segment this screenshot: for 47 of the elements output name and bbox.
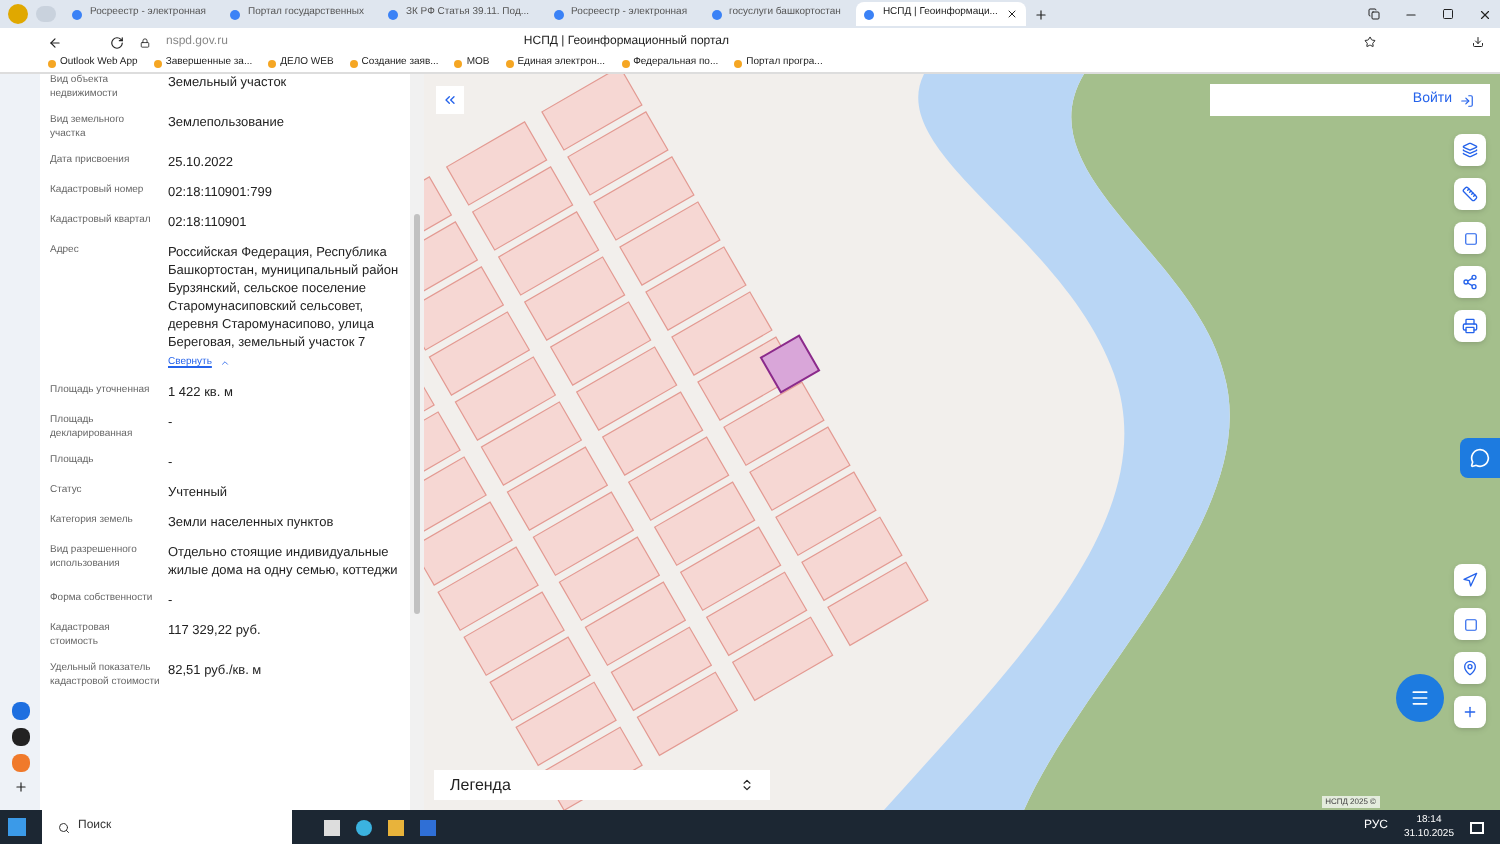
scrollbar[interactable] xyxy=(410,74,424,810)
site-icon xyxy=(553,9,564,19)
share-icon xyxy=(1462,274,1478,290)
close-icon[interactable] xyxy=(1478,7,1492,21)
site-icon xyxy=(230,9,240,19)
chevron-up-icon[interactable] xyxy=(219,358,230,369)
minimap-button[interactable] xyxy=(1454,608,1486,640)
map-pin-icon xyxy=(1462,660,1478,676)
site-icon xyxy=(72,9,82,19)
window-list-icon[interactable] xyxy=(1368,8,1380,20)
chat-bubble-icon xyxy=(1470,448,1490,468)
site-icon xyxy=(711,9,722,19)
favorite-icon[interactable] xyxy=(1364,36,1376,48)
ruler-icon xyxy=(1462,186,1478,202)
chat-button[interactable] xyxy=(1460,438,1500,478)
pin-button[interactable] xyxy=(1454,652,1486,684)
start-icon[interactable] xyxy=(8,818,26,836)
printer-icon xyxy=(1462,318,1478,334)
site-icon xyxy=(864,9,875,19)
locate-button[interactable] xyxy=(1454,564,1486,596)
reload-icon[interactable] xyxy=(110,35,124,49)
layers-icon xyxy=(1462,142,1478,158)
lock-icon xyxy=(140,37,150,47)
close-icon[interactable] xyxy=(1005,8,1018,20)
zoom-in-button[interactable] xyxy=(1454,696,1486,728)
search-icon xyxy=(58,821,70,833)
double-chevron-left-icon xyxy=(442,92,458,108)
up-down-chevron-icon xyxy=(740,778,754,792)
collapse-panel-button[interactable] xyxy=(436,86,464,114)
back-icon[interactable] xyxy=(48,35,62,49)
layers-button[interactable] xyxy=(1454,134,1486,166)
navigation-arrow-icon xyxy=(1462,572,1478,588)
download-icon[interactable] xyxy=(1472,36,1484,48)
plus-icon xyxy=(1462,704,1478,720)
ruler-button[interactable] xyxy=(1454,178,1486,210)
legend-dropdown[interactable]: Легенда xyxy=(434,770,770,800)
print-button[interactable] xyxy=(1454,310,1486,342)
square-icon xyxy=(1463,231,1477,245)
square-icon xyxy=(1463,617,1477,631)
add-icon[interactable] xyxy=(13,780,27,794)
site-icon xyxy=(387,9,398,19)
maximize-icon[interactable] xyxy=(1442,8,1454,20)
share-button[interactable] xyxy=(1454,266,1486,298)
new-tab-icon[interactable] xyxy=(1033,7,1048,21)
login-icon xyxy=(1460,93,1474,107)
select-button[interactable] xyxy=(1454,222,1486,254)
menu-icon xyxy=(1410,688,1430,708)
